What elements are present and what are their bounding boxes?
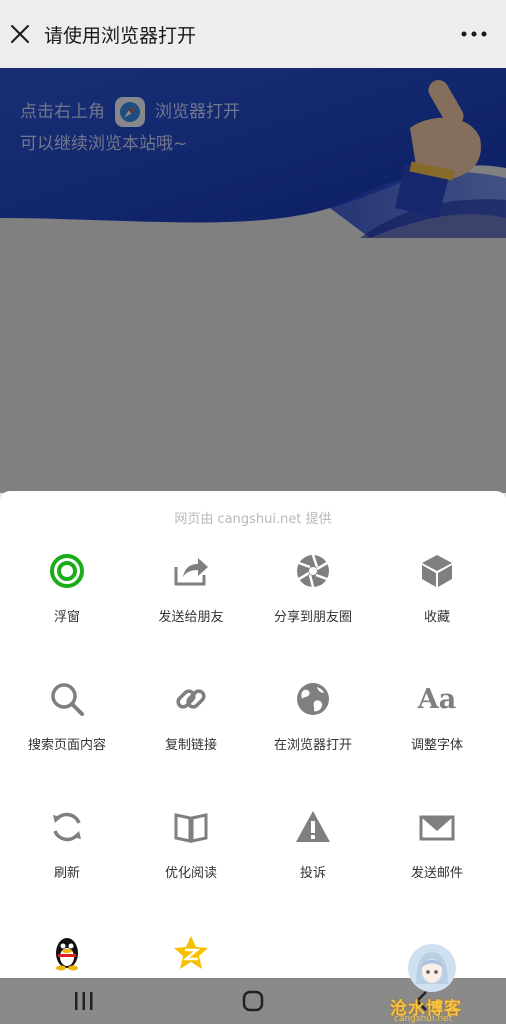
menu-item-refresh[interactable]: 刷新 [4,807,130,881]
menu-item-label: 刷新 [53,866,80,881]
menu-item-label: 投诉 [299,866,326,881]
home-icon[interactable] [223,978,283,1024]
menu-item-favorite[interactable]: 收藏 [374,551,500,625]
menu-item-label: 发送邮件 [410,866,463,881]
recent-apps-icon[interactable] [54,978,114,1024]
menu-item-send-to-friend[interactable]: 发送给朋友 [128,551,254,625]
menu-item-label: 在浏览器打开 [273,738,352,753]
menu-item-adjust-font[interactable]: Aa 调整字体 [374,679,500,754]
menu-item-report[interactable]: 投诉 [250,807,376,881]
menu-item-label: 发送给朋友 [158,610,224,625]
menu-item-label: 分享到朋友圈 [273,610,352,625]
qq-penguin-icon [47,933,87,973]
menu-item-floating-window[interactable]: 浮窗 [4,551,130,625]
menu-item-label: 调整字体 [410,738,463,753]
warning-icon [293,807,333,847]
watermark-subtitle: cangshui.net [394,1014,453,1024]
menu-item-copy-link[interactable]: 复制链接 [128,679,254,753]
font-icon: Aa [417,683,457,715]
close-icon[interactable] [8,22,32,46]
menu-item-label: 搜索页面内容 [27,738,106,753]
floating-window-icon [47,551,87,591]
qzone-star-icon [171,933,211,973]
menu-item-qzone[interactable] [128,933,254,973]
share-arrow-icon [171,551,211,591]
menu-item-label: 复制链接 [164,738,217,753]
search-icon [47,679,87,719]
title-bar: 请使用浏览器打开 [0,0,506,68]
globe-icon [293,679,333,719]
menu-item-share-moments[interactable]: 分享到朋友圈 [250,551,376,625]
site-watermark: 沧水博客 cangshui.net [384,944,484,1024]
menu-item-label: 收藏 [423,610,450,625]
more-icon[interactable] [454,14,494,54]
watermark-avatar [408,944,456,992]
menu-item-qq[interactable] [4,933,130,973]
provider-label: 网页由 cangshui.net 提供 [174,512,332,527]
dim-overlay[interactable] [0,68,506,493]
book-icon [171,807,211,847]
menu-item-reader-mode[interactable]: 优化阅读 [128,807,254,881]
menu-item-send-email[interactable]: 发送邮件 [374,807,500,881]
page-title: 请使用浏览器打开 [44,24,197,47]
refresh-icon [47,807,87,847]
link-icon [171,679,211,719]
menu-item-open-in-browser[interactable]: 在浏览器打开 [250,679,376,753]
cube-icon [417,551,457,591]
menu-item-search-page[interactable]: 搜索页面内容 [4,679,130,753]
mail-icon [417,807,457,847]
menu-item-label: 优化阅读 [164,866,217,881]
menu-item-label: 浮窗 [53,610,80,625]
aperture-icon [293,551,333,591]
share-action-sheet: 网页由 cangshui.net 提供 浮窗 发送给朋友 分享到朋友圈 收藏 搜… [0,491,506,978]
